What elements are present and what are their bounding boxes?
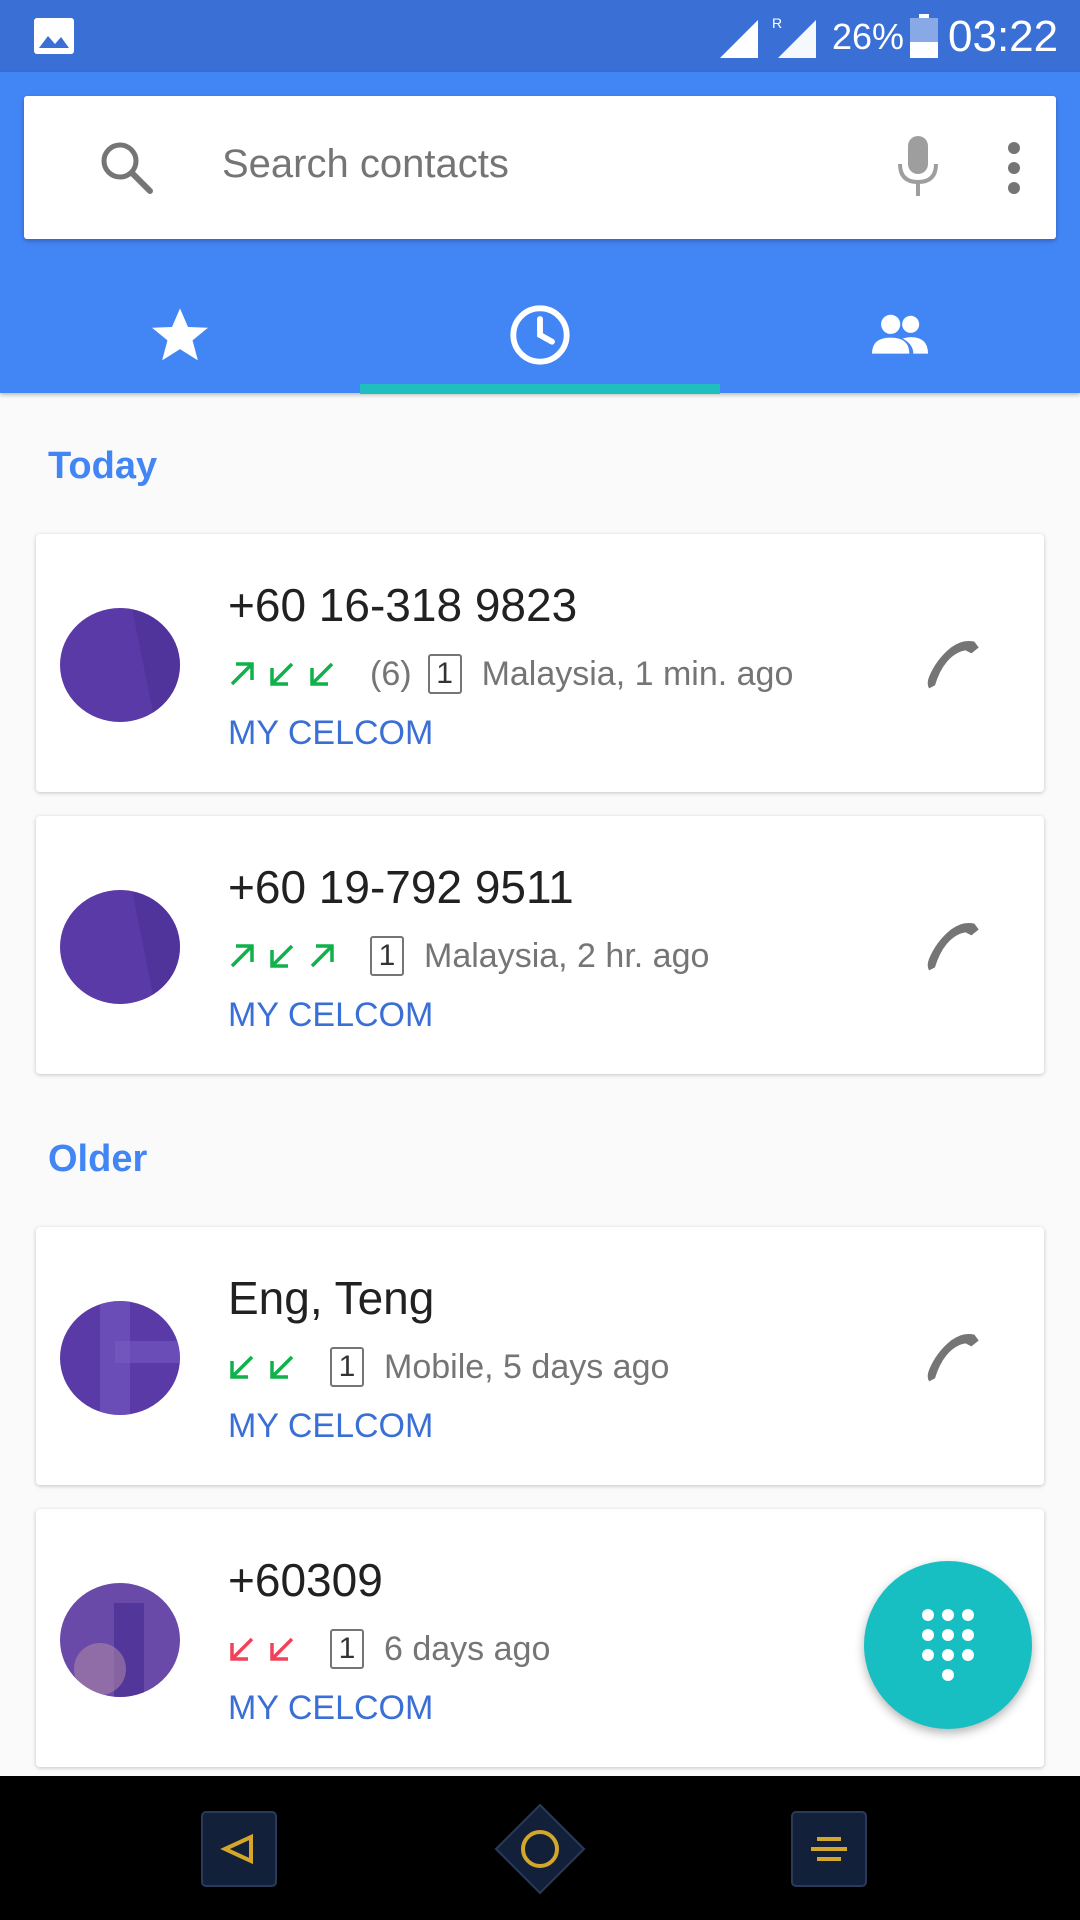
more-vert-icon[interactable]: [1004, 142, 1024, 194]
call-type-arrows: [228, 1635, 308, 1663]
status-bar: R 26% 03:22: [0, 0, 1080, 72]
call-count: (6): [370, 654, 412, 693]
mic-icon[interactable]: [894, 136, 942, 198]
incoming-arrow-icon: [270, 662, 294, 686]
call-log-item[interactable]: Eng, Teng 1 Mobile, 5 days ago MY CELCOM: [36, 1227, 1044, 1485]
battery-percent: 26%: [832, 16, 905, 57]
clock-icon: [510, 304, 570, 365]
image-notification-icon: [34, 18, 74, 54]
outgoing-arrow-icon: [230, 944, 254, 968]
header: Search contacts: [0, 72, 1080, 394]
sim-badge: 1: [330, 1347, 364, 1387]
call-carrier: MY CELCOM: [228, 714, 434, 752]
recents-icon[interactable]: [791, 1811, 867, 1887]
call-meta: (6) 1 Malaysia, 1 min. ago: [228, 652, 793, 696]
section-today: Today: [48, 445, 158, 487]
clock: 03:22: [948, 12, 1059, 61]
call-carrier: MY CELCOM: [228, 996, 434, 1034]
call-detail: Mobile, 5 days ago: [384, 1347, 670, 1386]
call-name: +60 16-318 9823: [228, 579, 578, 631]
outgoing-arrow-icon: [310, 944, 334, 968]
roaming-label: R: [772, 15, 782, 31]
call-name: +60309: [228, 1554, 383, 1606]
tab-favorites[interactable]: [0, 276, 360, 393]
people-icon: [872, 314, 928, 354]
phone-icon[interactable]: [916, 1323, 986, 1393]
call-carrier: MY CELCOM: [228, 1407, 434, 1445]
sim-badge: 1: [427, 654, 462, 694]
sim-badge: 1: [370, 936, 404, 976]
missed-arrow-icon: [230, 1637, 254, 1661]
signal-icon: R: [720, 15, 816, 58]
dialpad-button[interactable]: [864, 1561, 1032, 1729]
call-carrier: MY CELCOM: [228, 1689, 434, 1727]
navigation-bar: [0, 1776, 1080, 1920]
tab-bar: [0, 276, 1080, 394]
avatar[interactable]: [60, 890, 180, 1004]
phone-icon[interactable]: [916, 630, 986, 700]
tab-recents[interactable]: [360, 276, 720, 393]
back-icon[interactable]: [201, 1811, 277, 1887]
star-icon: [152, 307, 208, 360]
avatar[interactable]: [60, 1583, 180, 1697]
call-detail: Malaysia, 1 min. ago: [481, 654, 794, 693]
avatar[interactable]: [60, 608, 180, 722]
incoming-arrow-icon: [310, 662, 334, 686]
battery-icon: [910, 14, 938, 58]
call-meta: 1 Malaysia, 2 hr. ago: [228, 934, 709, 978]
tab-indicator: [360, 384, 720, 394]
incoming-arrow-icon: [230, 1355, 254, 1379]
sim-badge: 1: [330, 1629, 364, 1669]
outgoing-arrow-icon: [230, 662, 254, 686]
call-detail: 6 days ago: [384, 1629, 551, 1668]
call-meta: 1 Mobile, 5 days ago: [228, 1345, 669, 1389]
call-log-item[interactable]: +60 16-318 9823 (6) 1 Malaysia, 1 min. a…: [36, 534, 1044, 792]
avatar[interactable]: [60, 1301, 180, 1415]
call-type-arrows: [228, 942, 348, 970]
call-name: +60 19-792 9511: [228, 861, 574, 913]
call-type-arrows: [228, 1353, 308, 1381]
home-icon[interactable]: [492, 1801, 588, 1897]
missed-arrow-icon: [270, 1637, 294, 1661]
incoming-arrow-icon: [270, 944, 294, 968]
phone-icon[interactable]: [916, 912, 986, 982]
call-type-arrows: [228, 660, 348, 688]
incoming-arrow-icon: [270, 1355, 294, 1379]
call-name: Eng, Teng: [228, 1272, 435, 1324]
dialpad-icon: [922, 1609, 974, 1681]
section-older: Older: [48, 1138, 148, 1180]
tab-contacts[interactable]: [720, 276, 1080, 393]
search-box[interactable]: Search contacts: [24, 96, 1056, 239]
call-log-item[interactable]: +60 19-792 9511 1 Malaysia, 2 hr. ago MY…: [36, 816, 1044, 1074]
call-detail: Malaysia, 2 hr. ago: [424, 936, 710, 975]
call-meta: 1 6 days ago: [228, 1627, 550, 1671]
search-input[interactable]: Search contacts: [222, 142, 509, 187]
search-icon[interactable]: [98, 139, 154, 195]
